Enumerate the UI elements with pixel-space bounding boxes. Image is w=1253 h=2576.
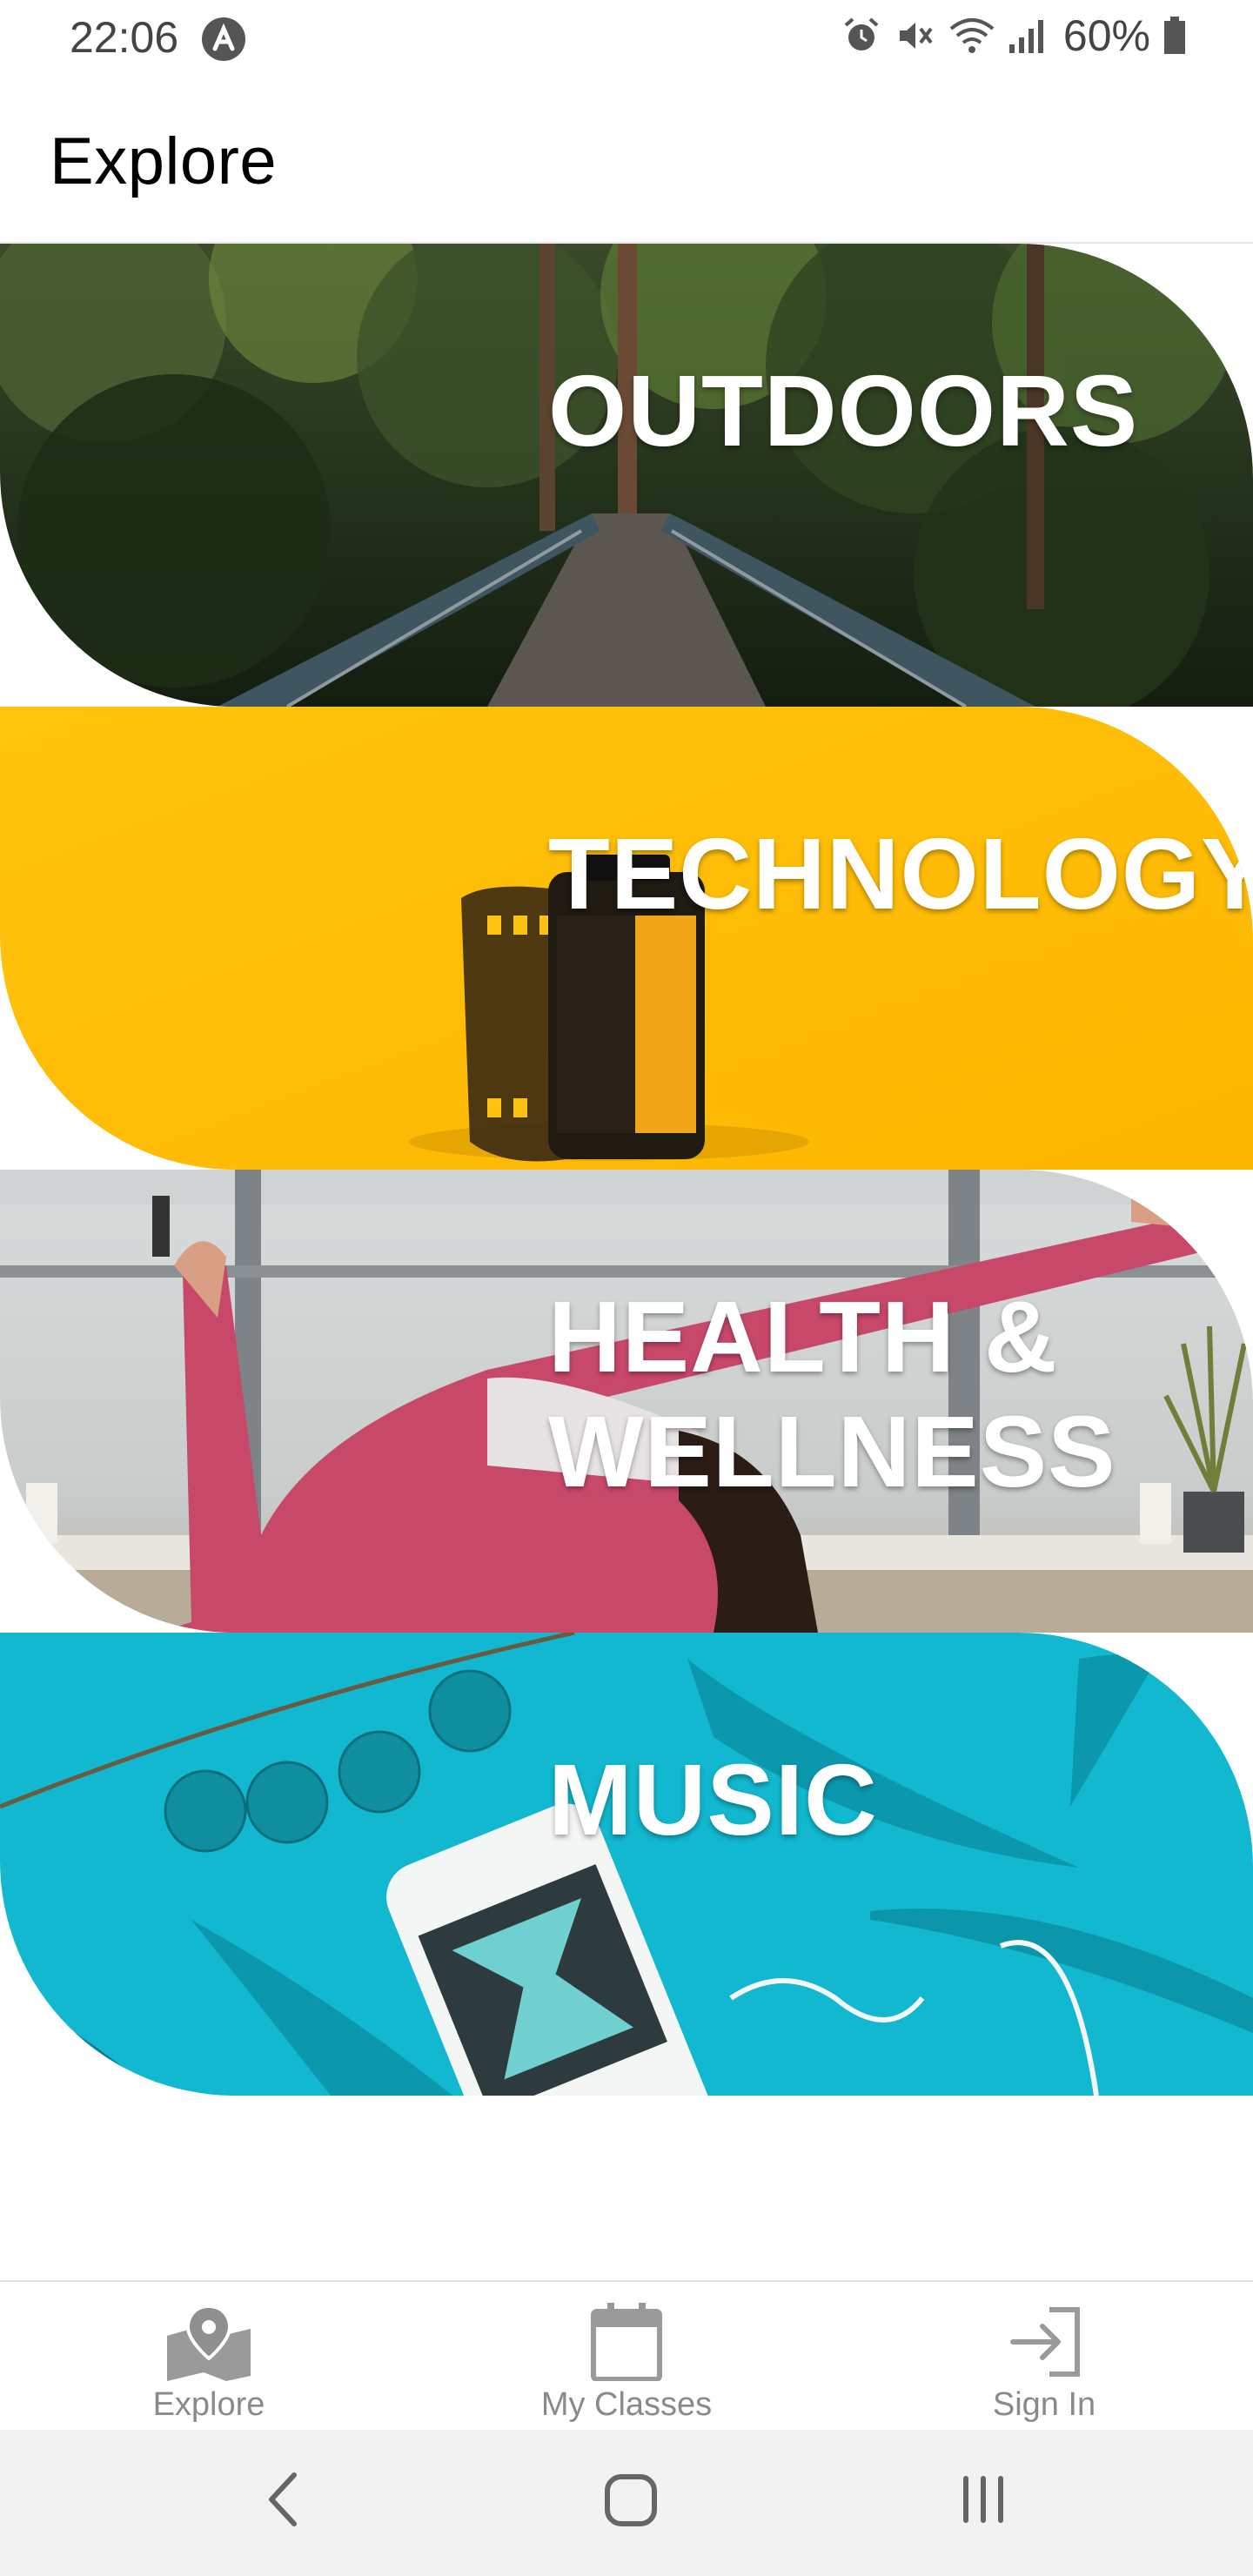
nav-item-my-classes[interactable]: My Classes [418, 2282, 835, 2432]
status-icons: 60% [841, 10, 1187, 61]
bottom-nav: Explore My Classes Sign In [0, 2280, 1253, 2432]
category-list: OUTDOORS TECHNOLOGY HEALTH & WELLNESS MU… [0, 244, 1253, 2096]
app-header: Explore [0, 78, 1253, 244]
forest-bridge-photo [0, 244, 1253, 707]
status-bar: 22:06 60% [0, 0, 1253, 78]
recents-icon[interactable] [957, 2465, 1009, 2534]
home-icon[interactable] [600, 2465, 661, 2534]
wifi-icon [949, 18, 995, 53]
category-label-health-wellness: HEALTH & WELLNESS [548, 1279, 1116, 1509]
category-label-line2: WELLNESS [548, 1395, 1116, 1508]
back-icon[interactable] [258, 2465, 310, 2534]
status-time: 22:06 [70, 13, 179, 62]
mute-icon [899, 23, 933, 49]
page-title: Explore [50, 124, 278, 198]
category-card-outdoors[interactable]: OUTDOORS [0, 244, 1253, 707]
sign-in-icon [1010, 2307, 1080, 2377]
nav-item-sign-in[interactable]: Sign In [835, 2282, 1253, 2432]
category-label-line1: HEALTH & [548, 1280, 1058, 1393]
battery-percent: 60% [1062, 11, 1150, 60]
signal-icon [1008, 20, 1043, 53]
category-label-outdoors: OUTDOORS [548, 354, 1139, 467]
category-card-technology[interactable]: TECHNOLOGY [0, 707, 1253, 1170]
category-card-health-wellness[interactable]: HEALTH & WELLNESS [0, 1170, 1253, 1633]
alarm-icon [844, 17, 879, 50]
nav-item-explore[interactable]: Explore [0, 2282, 418, 2432]
system-nav-bar [0, 2430, 1253, 2576]
phone-feathers-photo [0, 1633, 1253, 2096]
map-pin-icon [167, 2304, 251, 2381]
category-label-music: MUSIC [548, 1743, 878, 1856]
category-card-music[interactable]: MUSIC [0, 1633, 1253, 2096]
nav-label-sign-in: Sign In [992, 2386, 1096, 2423]
battery-icon [1164, 17, 1185, 54]
nav-label-explore: Explore [152, 2386, 265, 2423]
app-notification-icon [202, 17, 245, 61]
nav-label-my-classes: My Classes [540, 2386, 713, 2423]
category-label-technology: TECHNOLOGY [548, 817, 1253, 930]
film-canister-photo [0, 707, 1253, 1170]
calendar-icon [591, 2303, 662, 2381]
